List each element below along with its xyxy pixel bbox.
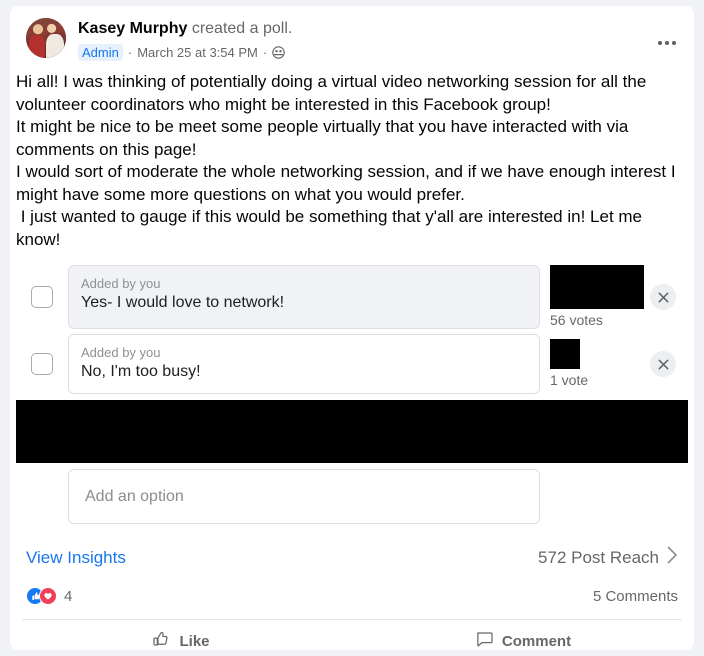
insights-row: View Insights 572 Post Reach <box>26 546 678 569</box>
voter-avatars-redaction <box>550 265 644 309</box>
poll-option-box[interactable]: Added by you No, I'm too busy! <box>68 334 540 394</box>
comment-bubble-icon <box>475 630 494 651</box>
avatar-photo-figure-left <box>29 34 46 58</box>
comment-button-label: Comment <box>501 632 572 650</box>
post-action-text: created a poll. <box>187 20 293 37</box>
avatar[interactable] <box>26 18 66 58</box>
post-body-text: Hi all! I was thinking of potentially do… <box>16 72 676 249</box>
add-option-spacer <box>16 469 68 524</box>
heart-reaction-icon <box>39 587 57 605</box>
like-button[interactable]: Like <box>10 620 352 650</box>
post-reach-group[interactable]: 572 Post Reach <box>538 546 678 569</box>
post-header-text: Kasey Murphy created a poll. Admin · Mar… <box>78 18 678 61</box>
engagement-row: 4 5 Comments <box>26 585 678 607</box>
comment-count[interactable]: 5 Comments <box>593 588 678 605</box>
poll-option-box[interactable]: Added by you Yes- I would love to networ… <box>68 265 540 329</box>
chevron-right-icon <box>667 546 678 569</box>
poll-option-checkbox-cell <box>16 334 68 394</box>
reaction-icons <box>26 587 57 605</box>
post-reach-label: 572 Post Reach <box>538 547 659 567</box>
poll-option-vote-count[interactable]: 56 votes <box>550 312 603 329</box>
comment-button[interactable]: Comment <box>352 620 694 650</box>
poll-post-card: Kasey Murphy created a poll. Admin · Mar… <box>10 6 694 650</box>
voter-avatars-redaction <box>550 339 580 369</box>
more-options-dot <box>658 41 662 45</box>
view-insights-link[interactable]: View Insights <box>26 548 126 568</box>
add-option-input[interactable]: Add an option <box>68 469 540 524</box>
poll-option-added-by: Added by you <box>81 345 161 360</box>
poll-option-votes-cell: 1 vote <box>540 334 688 394</box>
poll-option-checkbox-cell <box>16 265 68 329</box>
poll-option-added-by: Added by you <box>81 276 161 291</box>
meta-separator-2: · <box>262 44 268 60</box>
poll-option-row: Added by you Yes- I would love to networ… <box>10 265 694 329</box>
author-line: Kasey Murphy created a poll. <box>78 19 678 39</box>
like-button-label: Like <box>179 632 210 650</box>
post-meta-line: Admin · March 25 at 3:54 PM · <box>78 44 678 61</box>
avatar-photo-figure-right <box>46 34 64 58</box>
more-options-button[interactable] <box>650 26 684 60</box>
poll-option-text: No, I'm too busy! <box>81 363 201 380</box>
poll-option-text: Yes- I would love to network! <box>81 294 285 311</box>
reaction-count: 4 <box>64 587 73 605</box>
action-bar: Like Comment <box>10 620 694 650</box>
group-audience-icon[interactable] <box>272 46 285 59</box>
meta-separator-1: · <box>127 44 133 60</box>
poll-option-votes-cell: 56 votes <box>540 265 688 329</box>
post-timestamp[interactable]: March 25 at 3:54 PM <box>137 45 258 61</box>
poll-option-checkbox[interactable] <box>31 353 53 375</box>
remove-option-button[interactable] <box>650 284 676 310</box>
reactions-group[interactable]: 4 <box>26 587 72 605</box>
remove-option-button[interactable] <box>650 351 676 377</box>
poll-option-vote-count[interactable]: 1 vote <box>550 372 588 389</box>
add-option-row: Add an option <box>10 463 694 524</box>
redacted-content-bar <box>16 400 688 463</box>
more-options-dot <box>672 41 676 45</box>
poll-option-row: Added by you No, I'm too busy! 1 vote <box>10 334 694 394</box>
poll-options-list: Added by you Yes- I would love to networ… <box>10 253 694 524</box>
more-options-dot <box>665 41 669 45</box>
author-name[interactable]: Kasey Murphy <box>78 20 187 37</box>
poll-option-checkbox[interactable] <box>31 286 53 308</box>
admin-badge: Admin <box>78 44 123 61</box>
post-header: Kasey Murphy created a poll. Admin · Mar… <box>10 6 694 61</box>
thumbs-up-outline-icon <box>152 630 171 651</box>
